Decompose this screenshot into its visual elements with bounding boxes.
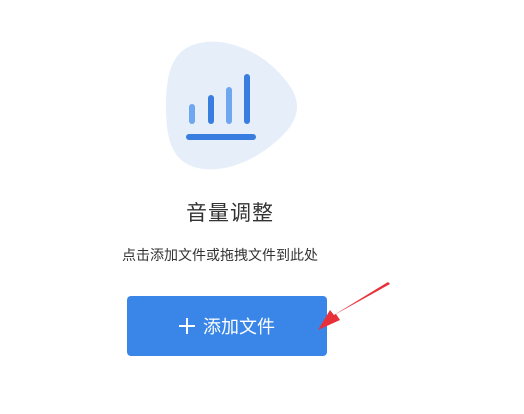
audio-level-bars-icon [166,41,297,170]
add-file-button-label: 添加文件 [203,317,275,338]
pointer-arrow-icon [318,282,390,330]
level-bar-2 [208,95,214,124]
level-bar-3 [226,87,232,124]
plus-icon [179,318,195,334]
level-bar-1 [189,104,195,124]
page-title: 音量调整 [186,201,274,225]
volume-adjust-page: 音量调整 点击添加文件或拖拽文件到此处 添加文件 [0,0,524,414]
level-baseline [186,134,256,140]
level-bar-4 [244,74,250,124]
drop-hint-text: 点击添加文件或拖拽文件到此处 [122,248,318,264]
add-file-button[interactable]: 添加文件 [127,296,327,356]
